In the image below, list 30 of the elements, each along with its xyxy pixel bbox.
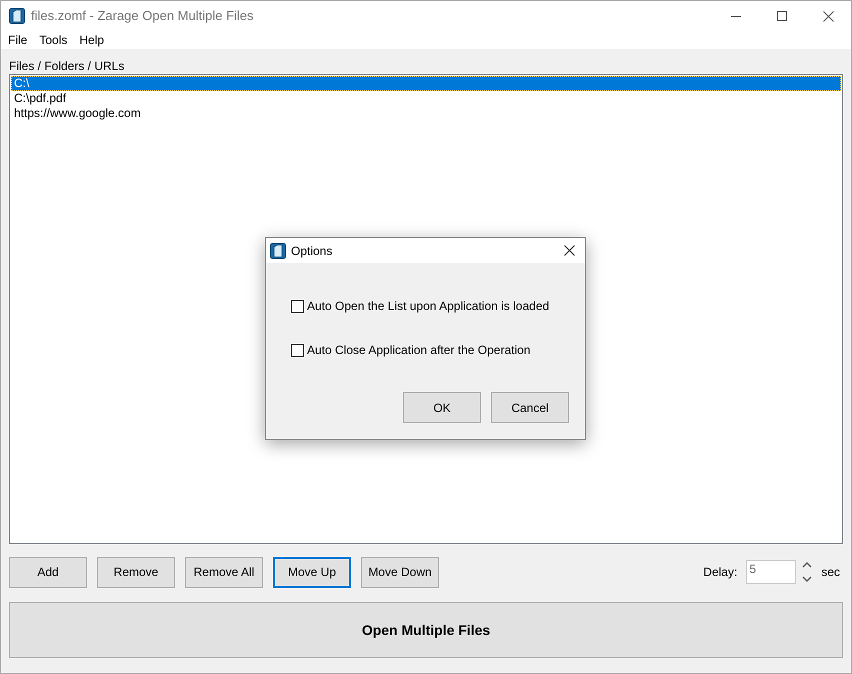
close-icon[interactable] [564, 245, 575, 256]
menu-item[interactable]: File [3, 31, 32, 49]
list-item[interactable]: C:\ [11, 76, 841, 91]
menu-item[interactable]: Help [74, 31, 110, 49]
app-icon [9, 8, 25, 24]
checkbox[interactable] [291, 344, 304, 356]
dialog-title: Options [291, 242, 332, 260]
action-button[interactable]: Add [9, 556, 87, 588]
action-button[interactable]: Move Up [273, 556, 351, 588]
list-item[interactable]: C:\pdf.pdf [11, 91, 841, 106]
delay-label: Delay: [703, 564, 738, 581]
action-button[interactable]: Remove All [185, 556, 263, 588]
list-item[interactable]: https://www.google.com [11, 106, 841, 121]
delay-field[interactable]: 5 [746, 560, 796, 584]
close-icon [822, 10, 834, 22]
maximize-icon [777, 11, 787, 21]
checkbox[interactable] [291, 300, 304, 312]
open-files-button[interactable]: Open Multiple Files [9, 602, 843, 658]
dialog-button[interactable]: Cancel [491, 392, 569, 423]
menu-item[interactable]: Tools [34, 31, 72, 49]
unit-label: sec [821, 564, 840, 581]
option-label: Auto Close Application after the Operation [307, 342, 530, 359]
spin-arrows-icon[interactable] [801, 561, 814, 583]
dialog-button[interactable]: OK [403, 392, 481, 423]
action-button[interactable]: Move Down [361, 556, 439, 588]
action-button[interactable]: Remove [97, 556, 175, 588]
window-title: files.zomf - Zarage Open Multiple Files [31, 7, 254, 26]
option-label: Auto Open the List upon Application is loaded [307, 298, 550, 315]
list-label: Files / Folders / URLs [9, 59, 126, 73]
app-icon [270, 242, 286, 258]
